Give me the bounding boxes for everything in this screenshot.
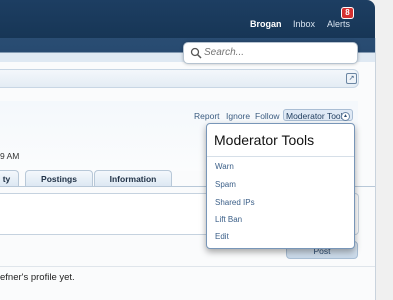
top-navigation-bar (0, 0, 375, 38)
section-divider (0, 266, 375, 267)
alerts-count-badge: 8 (341, 7, 354, 19)
menu-item-shared-ips[interactable]: Shared IPs (215, 198, 255, 207)
empty-profile-message: efner's profile yet. (0, 272, 75, 283)
last-activity-time: 9 AM (0, 151, 20, 161)
inbox-link[interactable]: Inbox (293, 19, 315, 29)
menu-item-lift-ban[interactable]: Lift Ban (215, 215, 242, 224)
menu-item-edit[interactable]: Edit (215, 232, 229, 241)
user-menu-link[interactable]: Brogan (250, 19, 282, 29)
chevron-up-icon: ▲ (341, 112, 350, 121)
jump-to-icon[interactable]: ↗ (346, 73, 357, 84)
menu-divider (207, 156, 354, 157)
menu-item-spam[interactable]: Spam (215, 180, 236, 189)
tab-activity[interactable]: ty (0, 170, 19, 186)
search-input[interactable] (204, 45, 352, 60)
ignore-link[interactable]: Ignore (226, 111, 250, 121)
moderator-tools-label: Moderator Tools (286, 111, 347, 121)
tab-information[interactable]: Information (94, 170, 172, 186)
tab-postings[interactable]: Postings (25, 170, 93, 186)
moderator-tools-button[interactable]: Moderator Tools ▲ (283, 109, 353, 121)
breadcrumb (0, 69, 359, 88)
menu-title: Moderator Tools (214, 132, 315, 148)
moderator-tools-menu: Moderator Tools Warn Spam Shared IPs Lif… (206, 123, 355, 249)
menu-item-warn[interactable]: Warn (215, 162, 234, 171)
report-link[interactable]: Report (194, 111, 220, 121)
search-icon (190, 47, 202, 59)
alerts-link[interactable]: Alerts (327, 19, 350, 29)
follow-link[interactable]: Follow (255, 111, 280, 121)
search-box[interactable] (183, 42, 358, 64)
